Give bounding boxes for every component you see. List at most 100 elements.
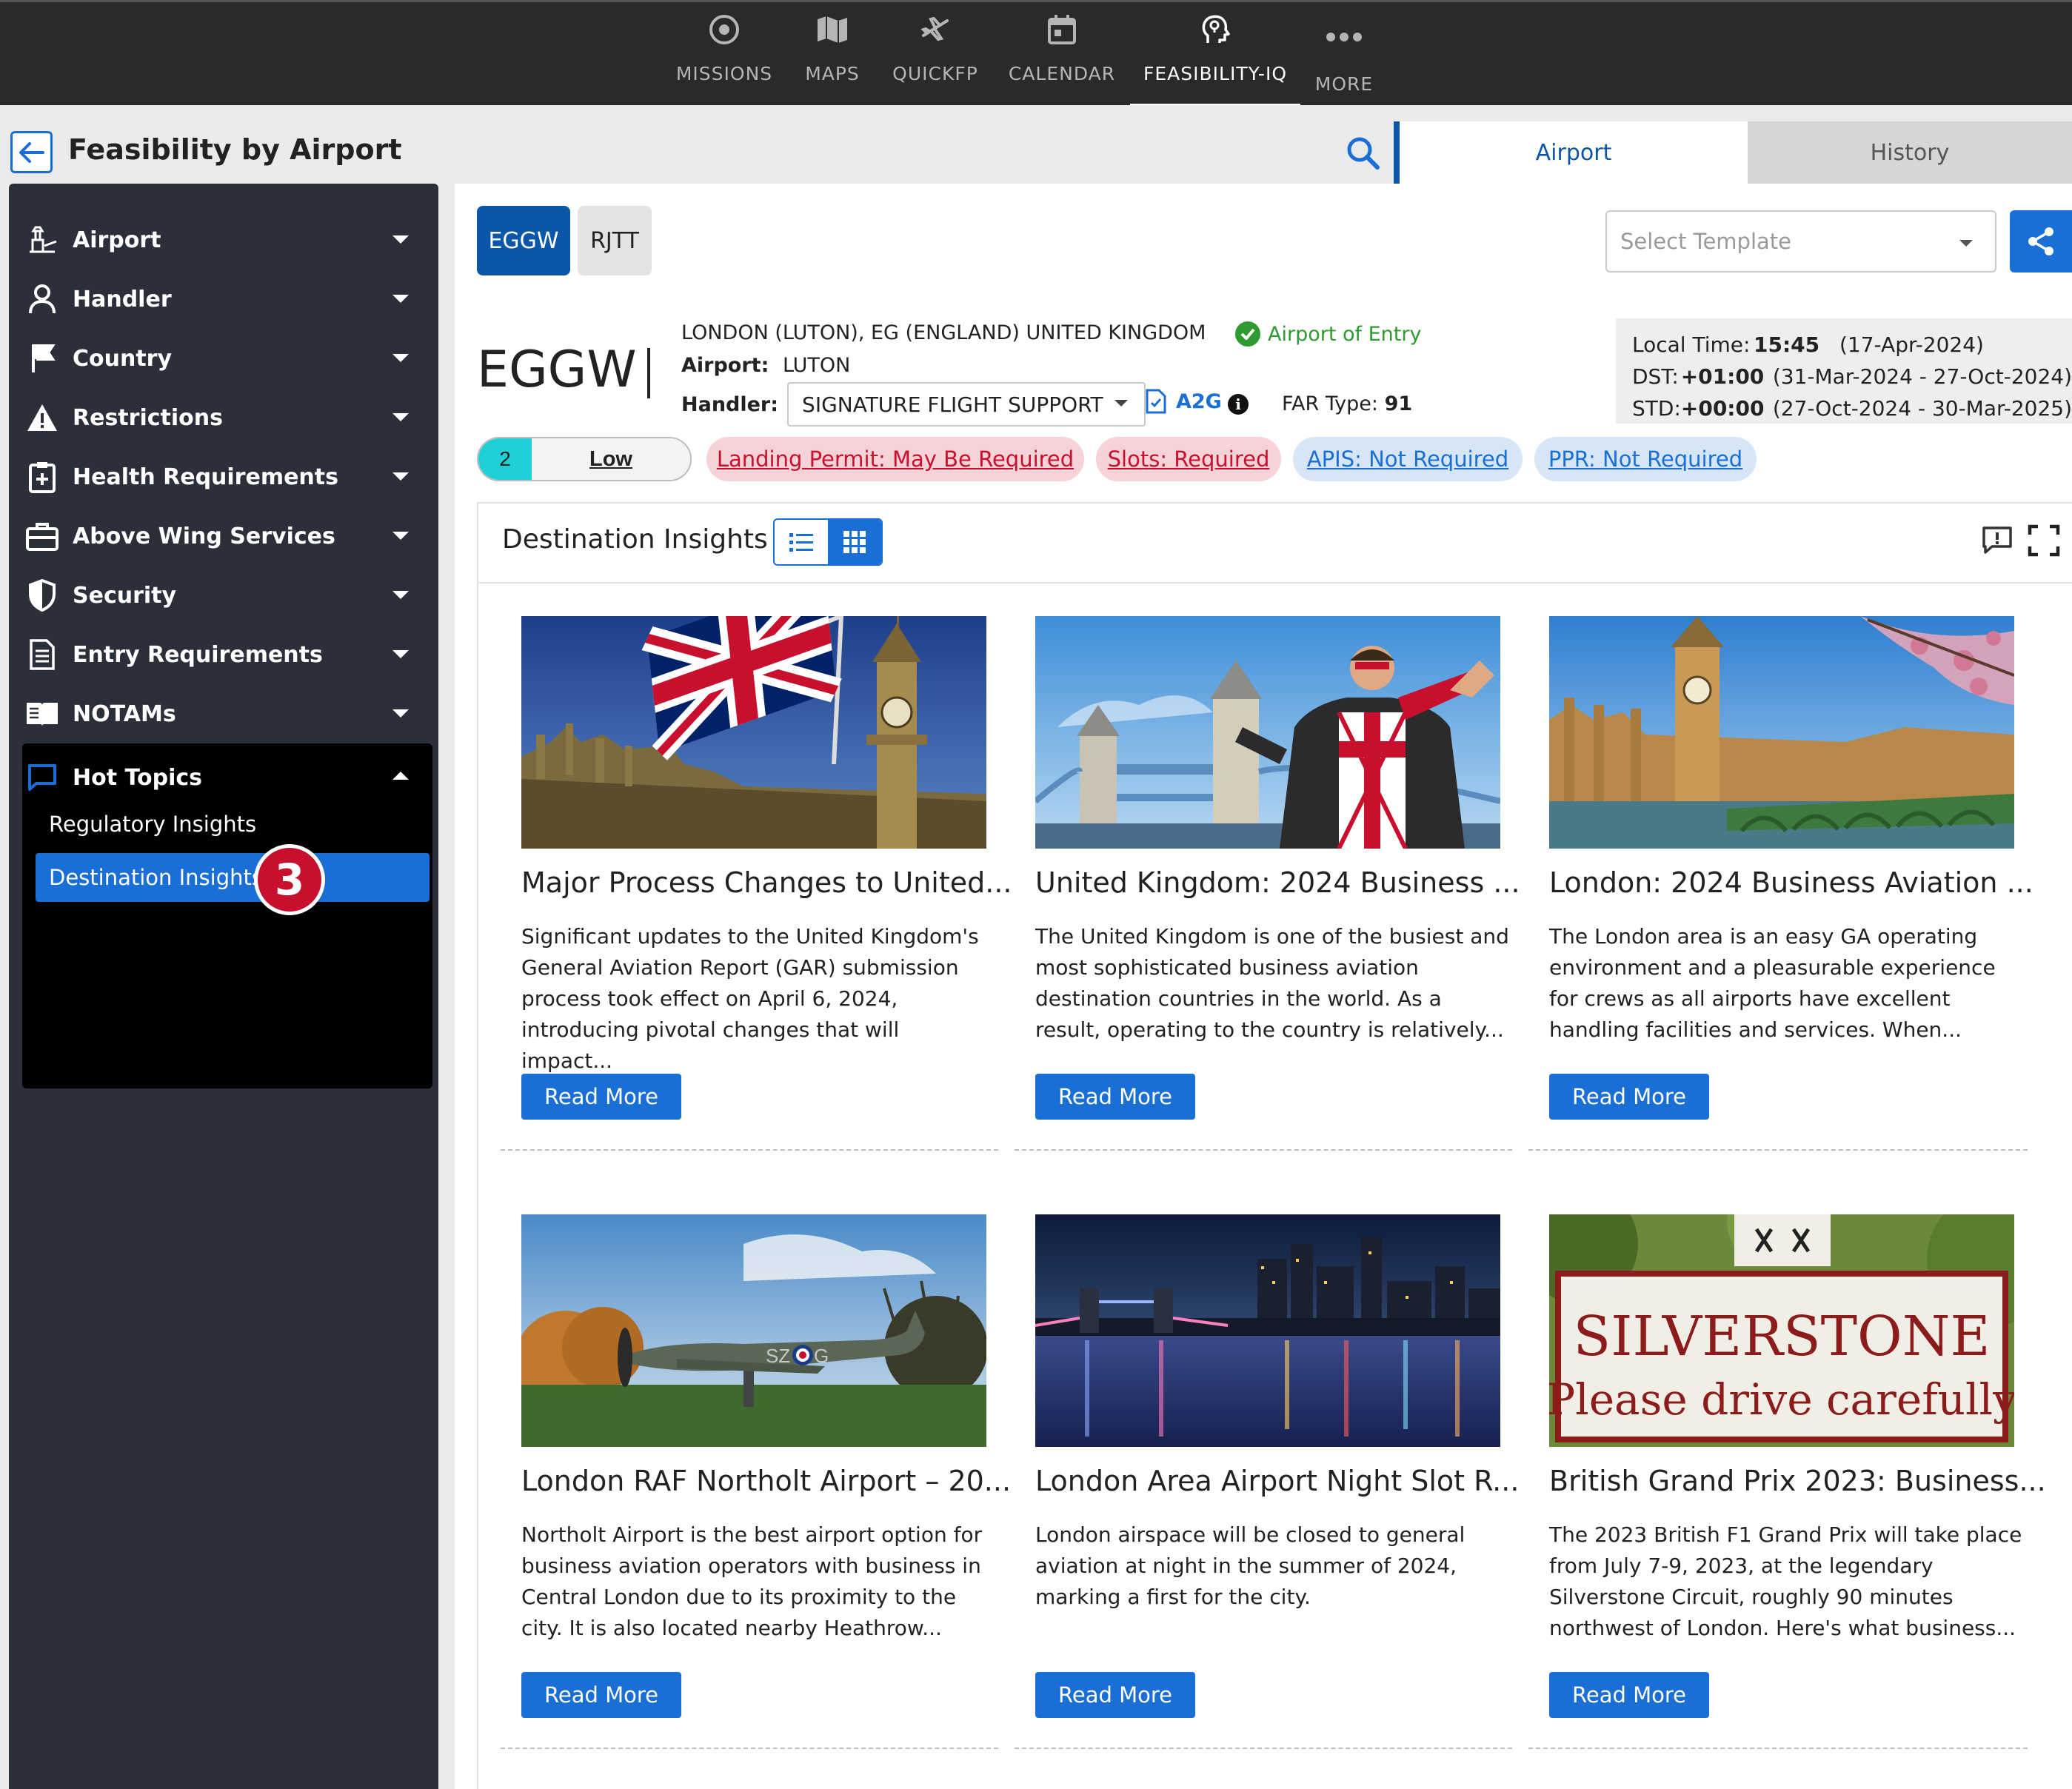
nav-missions-label: MISSIONS bbox=[675, 63, 773, 84]
sidebar-item-entry-requirements[interactable]: Entry Requirements bbox=[25, 626, 422, 683]
nav-more[interactable]: MORE bbox=[1312, 2, 1376, 107]
info-icon[interactable]: i bbox=[1228, 394, 1249, 415]
nav-quickfp[interactable]: QUICKFP bbox=[892, 2, 978, 107]
row-divider bbox=[501, 1748, 998, 1749]
article-image-big-ben-westminster[interactable] bbox=[1549, 616, 2014, 849]
article-summary: The 2023 British F1 Grand Prix will take… bbox=[1549, 1522, 2022, 1640]
airport-code-button-rjtt[interactable]: RJTT bbox=[578, 206, 652, 275]
article-title[interactable]: United Kingdom: 2024 Business ... bbox=[1035, 866, 1520, 899]
risk-level: Low bbox=[532, 438, 690, 480]
sidebar-item-security[interactable]: Security bbox=[25, 567, 422, 623]
fullscreen-icon[interactable] bbox=[2028, 524, 2060, 561]
nav-feasibility-iq[interactable]: FEASIBILITY-IQ bbox=[1130, 2, 1300, 107]
view-toggle bbox=[773, 518, 883, 566]
sidebar-item-handler[interactable]: Handler bbox=[25, 271, 422, 327]
nav-missions[interactable]: MISSIONS bbox=[675, 2, 773, 107]
airport-code-button-eggw[interactable]: EGGW bbox=[477, 206, 570, 275]
tab-airport[interactable]: Airport bbox=[1400, 121, 1748, 184]
nav-quickfp-label: QUICKFP bbox=[892, 63, 978, 84]
chevron-down-icon bbox=[392, 295, 409, 303]
sidebar-item-notams[interactable]: NOTAMs bbox=[25, 686, 422, 742]
a2g-label: A2G bbox=[1176, 389, 1222, 413]
chevron-up-icon bbox=[392, 772, 409, 780]
warning-icon bbox=[25, 401, 59, 435]
airport-location: LONDON (LUTON), EG (ENGLAND) UNITED KING… bbox=[681, 321, 1206, 344]
dst-range: (31-Mar-2024 - 27-Oct-2024) bbox=[1772, 364, 2072, 389]
article-image-uk-flag-parliament[interactable] bbox=[521, 616, 986, 849]
article-image-spitfire-northolt[interactable]: SZ G bbox=[521, 1214, 986, 1447]
article-title[interactable]: Major Process Changes to United... bbox=[521, 866, 1012, 899]
far-label: FAR Type: bbox=[1282, 392, 1378, 415]
pill-apis[interactable]: APIS: Not Required bbox=[1293, 437, 1523, 481]
sign-line-2: Please drive carefully bbox=[1549, 1374, 2014, 1425]
row-divider bbox=[1528, 1149, 2028, 1151]
airport-of-entry-label: Airport of Entry bbox=[1268, 322, 1422, 346]
feedback-icon[interactable] bbox=[1982, 526, 2013, 559]
read-more-button[interactable]: Read More bbox=[1549, 1672, 1709, 1718]
step-badge: 3 bbox=[254, 844, 325, 915]
person-icon bbox=[25, 282, 59, 316]
far-value: 91 bbox=[1384, 392, 1413, 415]
nav-calendar[interactable]: CALENDAR bbox=[1009, 2, 1114, 107]
sidebar-item-hot-topics[interactable]: Hot Topics bbox=[25, 749, 422, 806]
svg-text:G: G bbox=[814, 1345, 829, 1367]
read-more-button[interactable]: Read More bbox=[1035, 1074, 1195, 1120]
tab-history[interactable]: History bbox=[1748, 121, 2072, 184]
destination-insights-header: Destination Insights bbox=[478, 504, 2072, 583]
list-view-button[interactable] bbox=[775, 520, 828, 564]
read-more-button[interactable]: Read More bbox=[521, 1074, 681, 1120]
airport-icon bbox=[25, 223, 59, 257]
grid-view-button[interactable] bbox=[828, 520, 881, 564]
local-date: (17-Apr-2024) bbox=[1839, 332, 1984, 357]
sidebar-subitem-destination-insights[interactable]: Destination Insights bbox=[36, 853, 430, 902]
check-circle-icon bbox=[1235, 321, 1260, 347]
read-more-button[interactable]: Read More bbox=[1035, 1672, 1195, 1718]
local-time-label: Local Time: bbox=[1632, 332, 1751, 357]
share-button[interactable] bbox=[2010, 210, 2072, 272]
search-icon[interactable] bbox=[1346, 136, 1380, 174]
dst-label: DST: bbox=[1632, 364, 1679, 389]
read-more-button[interactable]: Read More bbox=[1549, 1074, 1709, 1120]
article-image-silverstone-sign[interactable]: SILVERSTONE Please drive carefully bbox=[1549, 1214, 2014, 1447]
sidebar-item-restrictions[interactable]: Restrictions bbox=[25, 389, 422, 446]
sidebar-subitem-regulatory-insights[interactable]: Regulatory Insights bbox=[36, 800, 430, 849]
read-more-button[interactable]: Read More bbox=[521, 1672, 681, 1718]
handler-select[interactable]: SIGNATURE FLIGHT SUPPORT bbox=[787, 382, 1146, 427]
chevron-down-icon bbox=[392, 709, 409, 718]
article-summary: Significant updates to the United Kingdo… bbox=[521, 924, 979, 1073]
sidebar-item-country[interactable]: Country bbox=[25, 330, 422, 387]
nav-maps[interactable]: MAPS bbox=[798, 2, 866, 107]
pill-landing-permit[interactable]: Landing Permit: May Be Required bbox=[706, 437, 1084, 481]
article-title[interactable]: British Grand Prix 2023: Business... bbox=[1549, 1465, 2046, 1497]
pill-slots[interactable]: Slots: Required bbox=[1096, 437, 1281, 481]
a2g-link[interactable]: A2G bbox=[1145, 388, 1222, 415]
article-image-tower-bridge-businessman[interactable] bbox=[1035, 616, 1500, 849]
calendar-icon bbox=[1043, 11, 1080, 48]
nav-more-label: MORE bbox=[1314, 73, 1374, 95]
chevron-down-icon bbox=[392, 591, 409, 599]
article-title[interactable]: London RAF Northolt Airport – 20... bbox=[521, 1465, 1011, 1497]
sidebar-item-above-wing-services[interactable]: Above Wing Services bbox=[25, 508, 422, 564]
time-info-box: Local Time: 15:45 (17-Apr-2024) DST: +01… bbox=[1616, 318, 2072, 424]
sidebar-item-airport[interactable]: Airport bbox=[25, 212, 422, 268]
document-icon bbox=[25, 638, 59, 672]
sidebar-item-label: Security bbox=[73, 582, 177, 609]
briefcase-icon bbox=[25, 519, 59, 553]
chevron-down-icon bbox=[392, 472, 409, 481]
chevron-down-icon bbox=[392, 235, 409, 244]
article-image-london-night-skyline[interactable] bbox=[1035, 1214, 1500, 1447]
article-title[interactable]: London: 2024 Business Aviation ... bbox=[1549, 866, 2033, 899]
tab-divider bbox=[1394, 121, 1400, 184]
pill-ppr[interactable]: PPR: Not Required bbox=[1534, 437, 1757, 481]
article-title[interactable]: London Area Airport Night Slot R... bbox=[1035, 1465, 1519, 1497]
sidebar-item-health-requirements[interactable]: Health Requirements bbox=[25, 449, 422, 505]
sidebar-item-label: Airport bbox=[73, 227, 161, 253]
std-label: STD: bbox=[1632, 396, 1681, 421]
local-time-row: Local Time: 15:45 (17-Apr-2024) bbox=[1632, 329, 2072, 361]
risk-indicator[interactable]: 2 Low bbox=[477, 437, 692, 481]
back-button[interactable] bbox=[10, 131, 53, 173]
far-type: FAR Type: 91 bbox=[1282, 392, 1412, 415]
template-select[interactable]: Select Template bbox=[1605, 210, 1996, 272]
main-panel: EGGW RJTT Select Template EGGW LONDON (L… bbox=[455, 184, 2072, 1789]
sidebar-item-label: Above Wing Services bbox=[73, 523, 335, 549]
